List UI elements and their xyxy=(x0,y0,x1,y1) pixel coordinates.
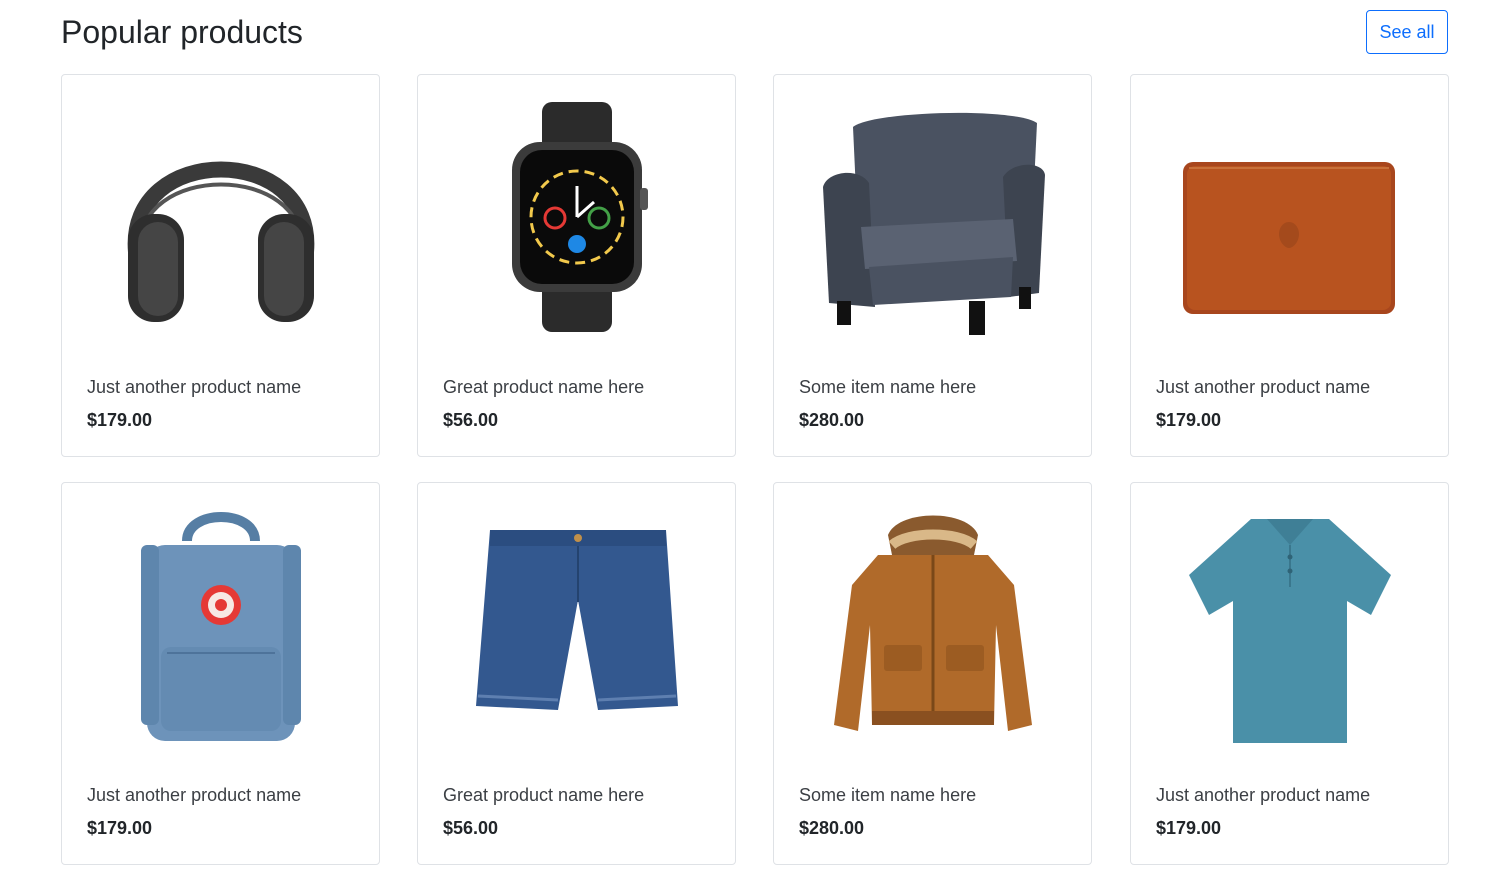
product-price: $179.00 xyxy=(87,818,153,838)
product-image-headphones[interactable] xyxy=(86,91,356,343)
product-name[interactable]: Some item name here xyxy=(799,783,976,807)
product-price: $179.00 xyxy=(1156,410,1222,430)
product-image-polo-shirt[interactable] xyxy=(1155,499,1425,751)
product-name[interactable]: Some item name here xyxy=(799,375,976,399)
product-price: $280.00 xyxy=(799,818,865,838)
product-card[interactable]: Just another product name $179.00 xyxy=(61,482,380,865)
product-card[interactable]: Some item name here $280.00 xyxy=(773,482,1092,865)
product-card[interactable]: Just another product name $179.00 xyxy=(1130,482,1449,865)
product-card[interactable]: Great product name here $56.00 xyxy=(417,74,736,457)
section-header: Popular products See all xyxy=(61,0,1448,64)
product-name[interactable]: Just another product name xyxy=(87,375,301,399)
product-name[interactable]: Just another product name xyxy=(1156,783,1370,807)
product-image-denim-shorts[interactable] xyxy=(442,499,712,751)
product-image-backpack[interactable] xyxy=(86,499,356,751)
product-image-smartwatch[interactable] xyxy=(442,91,712,343)
product-image-armchair[interactable] xyxy=(798,91,1068,343)
product-name[interactable]: Just another product name xyxy=(87,783,301,807)
product-card[interactable]: Just another product name $179.00 xyxy=(61,74,380,457)
product-name[interactable]: Great product name here xyxy=(443,783,644,807)
product-price: $179.00 xyxy=(87,410,153,430)
product-name[interactable]: Just another product name xyxy=(1156,375,1370,399)
product-name[interactable]: Great product name here xyxy=(443,375,644,399)
product-image-winter-jacket[interactable] xyxy=(798,499,1068,751)
product-image-laptop-sleeve[interactable] xyxy=(1155,91,1425,343)
see-all-button[interactable]: See all xyxy=(1366,10,1448,54)
product-price: $56.00 xyxy=(443,410,499,430)
product-price: $280.00 xyxy=(799,410,865,430)
product-card[interactable]: Great product name here $56.00 xyxy=(417,482,736,865)
product-card[interactable]: Just another product name $179.00 xyxy=(1130,74,1449,457)
product-price: $56.00 xyxy=(443,818,499,838)
product-price: $179.00 xyxy=(1156,818,1222,838)
page-title: Popular products xyxy=(61,14,303,50)
product-card[interactable]: Some item name here $280.00 xyxy=(773,74,1092,457)
